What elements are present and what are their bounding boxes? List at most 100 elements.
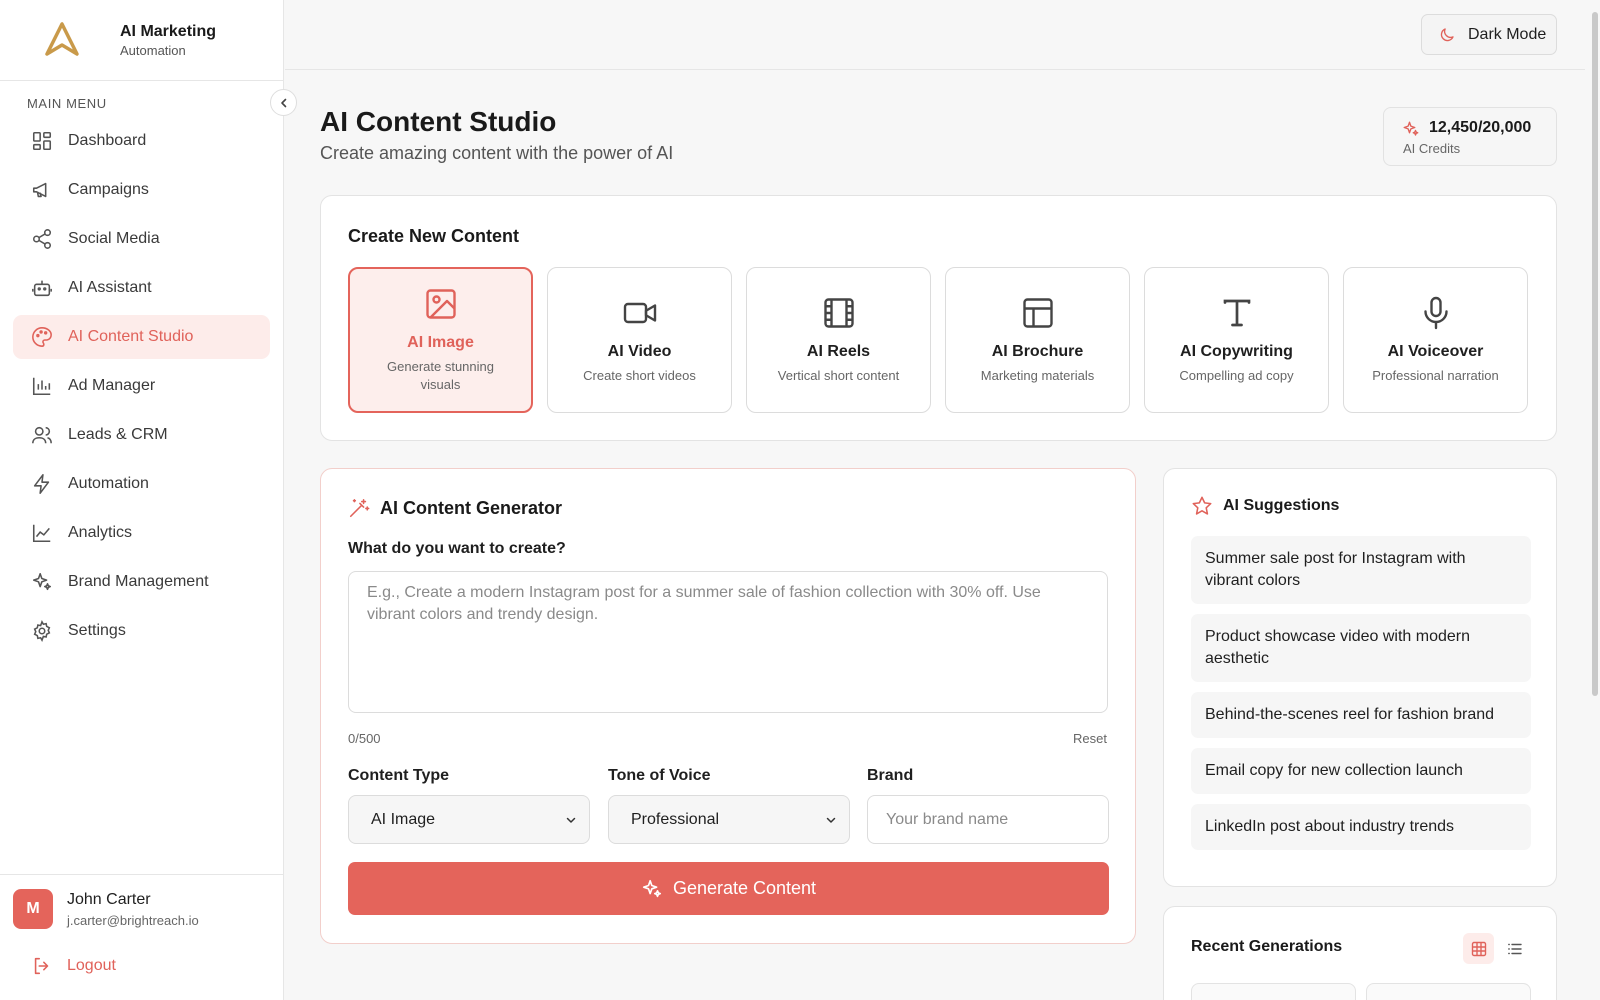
suggestion-item[interactable]: Product showcase video with modern aesth… — [1191, 614, 1531, 682]
content-type-label: Content Type — [348, 767, 450, 784]
share-icon — [32, 229, 52, 249]
tile-name: AI Image — [407, 334, 474, 352]
sidebar-item-label: AI Assistant — [68, 279, 152, 296]
tile-ai-voiceover[interactable]: AI Voiceover Professional narration — [1343, 267, 1528, 413]
tile-description: Professional narration — [1372, 368, 1499, 384]
chevron-left-icon — [280, 98, 286, 107]
sidebar-item-label: Social Media — [68, 230, 160, 247]
recent-heading: Recent Generations — [1191, 938, 1343, 955]
list-view-icon — [1507, 943, 1522, 954]
sidebar-item-label: Campaigns — [68, 181, 149, 198]
content-type-value: AI Image — [371, 810, 436, 828]
sidebar: AI Marketing Automation MAIN MENU Dashbo… — [0, 0, 284, 1000]
logout-button[interactable]: Logout — [31, 955, 116, 977]
brand-input[interactable] — [867, 795, 1109, 844]
prompt-textarea[interactable] — [348, 571, 1108, 713]
sidebar-item-automation[interactable]: Automation — [13, 462, 270, 506]
sparkles-icon — [32, 572, 52, 591]
brand-header: AI Marketing Automation — [0, 0, 283, 81]
suggestion-list: Summer sale post for Instagram with vibr… — [1191, 536, 1531, 860]
content-type-select[interactable]: AI Image — [348, 795, 590, 844]
tone-value: Professional — [631, 810, 720, 828]
sidebar-item-campaigns[interactable]: Campaigns — [13, 168, 270, 212]
robot-icon — [32, 280, 52, 297]
sidebar-item-brand-management[interactable]: Brand Management — [13, 560, 270, 604]
suggestion-item[interactable]: LinkedIn post about industry trends — [1191, 804, 1531, 850]
sidebar-item-ad-manager[interactable]: Ad Manager — [13, 364, 270, 408]
sidebar-item-label: Settings — [68, 622, 126, 639]
ai-suggestions-card: AI Suggestions Summer sale post for Inst… — [1163, 468, 1557, 887]
star-icon — [1192, 496, 1212, 515]
collapse-sidebar-button[interactable] — [270, 89, 297, 116]
lightning-icon — [33, 474, 50, 494]
tile-ai-video[interactable]: AI Video Create short videos — [547, 267, 732, 413]
sidebar-item-label: Brand Management — [68, 573, 209, 590]
logo-icon — [45, 22, 79, 56]
recent-generations-card: Recent Generations — [1163, 906, 1557, 1000]
sidebar-item-ai-content-studio[interactable]: AI Content Studio — [13, 315, 270, 359]
avatar[interactable]: M — [13, 889, 53, 929]
tile-ai-brochure[interactable]: AI Brochure Marketing materials — [945, 267, 1130, 413]
grid-view-button[interactable] — [1463, 933, 1494, 964]
recent-item-thumbnail[interactable] — [1191, 983, 1356, 1000]
sidebar-item-label: Ad Manager — [68, 377, 156, 394]
video-camera-icon — [623, 303, 656, 324]
app-subtitle: Automation — [120, 42, 186, 58]
sidebar-item-social-media[interactable]: Social Media — [13, 217, 270, 261]
tile-name: AI Voiceover — [1387, 343, 1484, 361]
grid-icon — [32, 131, 52, 151]
tone-select[interactable]: Professional — [608, 795, 850, 844]
sparkles-icon — [642, 879, 662, 897]
reset-button[interactable]: Reset — [1073, 731, 1107, 746]
dark-mode-button[interactable]: Dark Mode — [1421, 14, 1557, 55]
sparkles-icon — [1403, 121, 1419, 136]
layout-icon — [1022, 298, 1053, 328]
page-title: AI Content Studio — [320, 106, 557, 137]
sidebar-item-label: Leads & CRM — [68, 426, 168, 443]
tile-name: AI Brochure — [991, 343, 1084, 361]
generator-heading: AI Content Generator — [348, 497, 562, 519]
page-scrollbar[interactable] — [1592, 12, 1598, 696]
image-icon — [425, 289, 456, 320]
users-icon — [32, 426, 52, 444]
sidebar-item-analytics[interactable]: Analytics — [13, 511, 270, 555]
generator-title: AI Content Generator — [380, 497, 563, 518]
sidebar-item-label: Dashboard — [68, 132, 147, 149]
suggestion-item[interactable]: Behind-the-scenes reel for fashion brand — [1191, 692, 1531, 738]
sidebar-item-ai-assistant[interactable]: AI Assistant — [13, 266, 270, 310]
film-icon — [823, 298, 854, 328]
sidebar-item-settings[interactable]: Settings — [13, 609, 270, 653]
user-email: j.carter@brightreach.io — [67, 913, 199, 928]
magic-wand-icon — [349, 498, 370, 518]
sidebar-item-dashboard[interactable]: Dashboard — [13, 119, 270, 163]
brand-label: Brand — [867, 767, 914, 784]
content-generator-card: AI Content Generator What do you want to… — [320, 468, 1136, 944]
grid-view-icon — [1471, 941, 1486, 956]
list-view-button[interactable] — [1499, 933, 1530, 964]
logout-icon — [34, 957, 49, 975]
dark-mode-label: Dark Mode — [1468, 25, 1547, 43]
suggestion-item[interactable]: Summer sale post for Instagram with vibr… — [1191, 536, 1531, 604]
sidebar-item-label: Analytics — [68, 524, 133, 541]
tile-description: Create short videos — [583, 368, 696, 384]
palette-icon — [32, 327, 52, 347]
sidebar-item-leads-crm[interactable]: Leads & CRM — [13, 413, 270, 457]
credits-label: AI Credits — [1403, 141, 1461, 156]
prompt-label: What do you want to create? — [348, 540, 566, 557]
menu-label: MAIN MENU — [27, 96, 107, 111]
top-bar: Dark Mode — [285, 0, 1585, 70]
create-content-heading: Create New Content — [348, 226, 520, 246]
create-content-card: Create New Content AI Image Generate stu… — [320, 195, 1557, 441]
tile-ai-image[interactable]: AI Image Generate stunning visuals — [348, 267, 533, 413]
suggestion-item[interactable]: Email copy for new collection launch — [1191, 748, 1531, 794]
generate-content-button[interactable]: Generate Content — [348, 862, 1109, 915]
tile-ai-copywriting[interactable]: AI Copywriting Compelling ad copy — [1144, 267, 1329, 413]
gear-icon — [33, 620, 51, 642]
moon-icon — [1440, 27, 1454, 41]
user-profile: M John Carter j.carter@brightreach.io Lo… — [0, 874, 284, 1000]
generate-label: Generate Content — [672, 878, 817, 898]
suggestions-title: AI Suggestions — [1223, 497, 1340, 514]
recent-item-thumbnail[interactable] — [1366, 983, 1531, 1000]
microphone-icon — [1423, 297, 1448, 330]
tile-ai-reels[interactable]: AI Reels Vertical short content — [746, 267, 931, 413]
